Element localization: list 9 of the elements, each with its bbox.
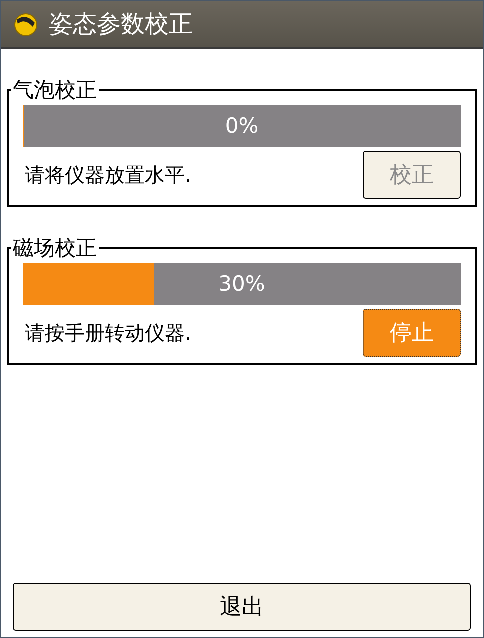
instruction-text: 请按手册转动仪器.	[24, 320, 192, 346]
exit-button[interactable]: 退出	[13, 583, 471, 631]
window-title: 姿态参数校正	[49, 9, 193, 40]
stop-button[interactable]: 停止	[363, 309, 461, 357]
progress-reading: 30%	[218, 271, 266, 298]
progress-reading: 0%	[224, 113, 260, 140]
group-title: 气泡校正	[12, 79, 98, 101]
instruction-text: 请将仪器放置水平.	[24, 162, 192, 188]
group-title: 磁场校正	[12, 237, 98, 259]
